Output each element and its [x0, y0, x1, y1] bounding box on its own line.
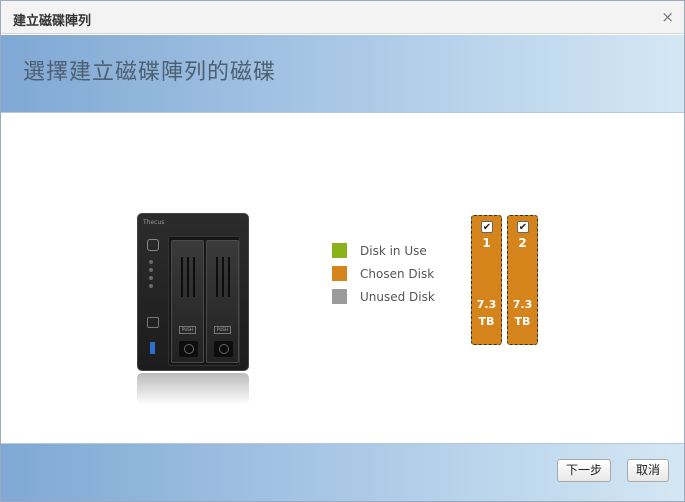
led-icon	[149, 268, 153, 272]
dialog-titlebar: 建立磁碟陣列 ×	[1, 1, 684, 34]
dialog-footer: 下一步 取消	[1, 443, 684, 501]
disk-number: 1	[482, 236, 491, 250]
bay-latch-icon	[214, 341, 233, 357]
disk-number: 2	[518, 236, 527, 250]
drive-bay: PUSH	[171, 240, 204, 363]
led-icon	[149, 260, 153, 264]
disk-size-unit: TB	[514, 315, 531, 328]
legend-label: Unused Disk	[360, 290, 435, 304]
bay-latch-icon	[179, 341, 198, 357]
next-button[interactable]: 下一步	[557, 459, 611, 482]
power-button-icon	[147, 239, 159, 251]
nas-reflection	[137, 373, 249, 405]
copy-button-icon	[147, 317, 159, 328]
disk-size: 7.3 TB	[508, 296, 537, 330]
checkbox-checked-icon[interactable]: ✔	[481, 221, 493, 233]
nas-device-image: Thecus PUSH PUSH	[137, 213, 249, 405]
cancel-button[interactable]: 取消	[627, 459, 669, 482]
dialog-title: 建立磁碟陣列	[13, 14, 92, 29]
disk-size-unit: TB	[478, 315, 495, 328]
drive-bay: PUSH	[206, 240, 239, 363]
legend-label: Chosen Disk	[360, 267, 435, 281]
legend-swatch	[332, 266, 347, 281]
legend-label: Disk in Use	[360, 244, 427, 258]
led-icon	[149, 284, 153, 288]
disk-size: 7.3 TB	[472, 296, 501, 330]
page-title: 選擇建立磁碟陣列的磁碟	[23, 60, 277, 85]
close-icon[interactable]: ×	[661, 8, 674, 26]
disk-size-value: 7.3	[476, 298, 497, 311]
legend-item-disk-in-use: Disk in Use	[332, 243, 462, 259]
usb-port-icon	[150, 342, 155, 354]
legend-item-chosen-disk: Chosen Disk	[332, 266, 462, 282]
nas-body: Thecus PUSH PUSH	[137, 213, 249, 371]
push-label: PUSH	[179, 326, 196, 334]
drive-bays: PUSH PUSH	[168, 236, 240, 366]
legend-swatch	[332, 289, 347, 304]
disk-slot-2[interactable]: ✔ 2 7.3 TB	[507, 215, 538, 345]
disk-size-value: 7.3	[512, 298, 533, 311]
legend-swatch	[332, 243, 347, 258]
dialog-header: 選擇建立磁碟陣列的磁碟	[1, 35, 684, 113]
disk-slot-1[interactable]: ✔ 1 7.3 TB	[471, 215, 502, 345]
nas-logo: Thecus	[143, 219, 165, 226]
push-label: PUSH	[214, 326, 231, 334]
create-raid-dialog: 建立磁碟陣列 × 選擇建立磁碟陣列的磁碟 Thecus PUSH PUSH Di…	[0, 0, 685, 502]
led-icon	[149, 276, 153, 280]
checkbox-checked-icon[interactable]: ✔	[517, 221, 529, 233]
legend-item-unused-disk: Unused Disk	[332, 289, 462, 305]
